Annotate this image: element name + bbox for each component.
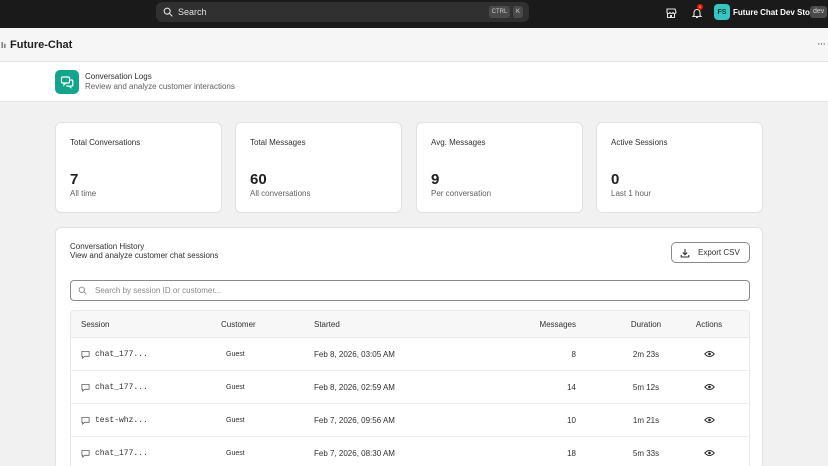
view-conversation-button[interactable] bbox=[691, 404, 727, 436]
table-header: Session Customer Started Messages Durati… bbox=[71, 311, 749, 338]
view-conversation-button[interactable] bbox=[691, 338, 727, 370]
duration-cell: 1m 21s bbox=[632, 415, 660, 425]
stat-caption: Last 1 hour bbox=[611, 189, 652, 198]
panel-subtitle: View and analyze customer chat sessions bbox=[70, 251, 219, 260]
view-conversation-button[interactable] bbox=[691, 371, 727, 403]
session-id: chat_177... bbox=[95, 382, 148, 392]
session-id: test-whz... bbox=[95, 415, 148, 425]
customer-cell: Guest bbox=[226, 383, 245, 391]
customer-cell: Guest bbox=[226, 416, 245, 424]
conversation-history-panel: Conversation History View and analyze cu… bbox=[55, 227, 763, 466]
panel-title: Conversation History bbox=[70, 242, 145, 251]
table-row[interactable]: test-whz... Guest Feb 7, 2026, 09:56 AM … bbox=[71, 404, 749, 437]
store-icon[interactable] bbox=[665, 7, 677, 19]
column-header-messages[interactable]: Messages bbox=[540, 311, 576, 337]
chat-bubble-icon bbox=[81, 383, 90, 392]
stat-card-avg-messages: Avg. Messages 9 Per conversation bbox=[416, 122, 583, 213]
session-cell: chat_177... bbox=[81, 338, 148, 370]
column-header-customer[interactable]: Customer bbox=[221, 311, 256, 337]
stat-label: Active Sessions bbox=[611, 138, 668, 147]
session-cell: chat_177... bbox=[81, 437, 148, 466]
duration-cell: 5m 33s bbox=[632, 448, 660, 458]
shortcut-ctrl-key: CTRL bbox=[489, 6, 510, 18]
messages-cell: 14 bbox=[567, 382, 576, 392]
search-icon bbox=[163, 7, 173, 17]
column-header-duration[interactable]: Duration bbox=[616, 311, 676, 337]
eye-icon bbox=[703, 417, 715, 423]
stat-card-total-conversations: Total Conversations 7 All time bbox=[55, 122, 222, 213]
session-cell: test-whz... bbox=[81, 404, 148, 436]
chat-bubble-icon bbox=[81, 416, 90, 425]
column-header-started[interactable]: Started bbox=[314, 311, 340, 337]
page-title: Conversation Logs bbox=[85, 72, 152, 81]
eye-icon bbox=[703, 450, 715, 456]
view-conversation-button[interactable] bbox=[691, 437, 727, 466]
chat-bubble-icon bbox=[81, 350, 90, 359]
stat-card-active-sessions: Active Sessions 0 Last 1 hour bbox=[596, 122, 763, 213]
more-actions-button[interactable]: ··· bbox=[817, 38, 826, 50]
column-header-actions: Actions bbox=[695, 319, 723, 329]
stat-label: Total Messages bbox=[250, 138, 306, 147]
app-title: Future-Chat bbox=[10, 39, 73, 51]
stat-label: Total Conversations bbox=[70, 138, 141, 147]
global-search-label: Search bbox=[178, 7, 207, 17]
messages-cell: 8 bbox=[571, 349, 576, 359]
session-cell: chat_177... bbox=[81, 371, 148, 403]
customer-cell: Guest bbox=[226, 449, 245, 457]
store-avatar[interactable]: FS bbox=[714, 4, 730, 20]
stat-caption: All time bbox=[70, 189, 97, 198]
page-subtitle: Review and analyze customer interactions bbox=[85, 82, 235, 91]
customer-cell: Guest bbox=[226, 350, 245, 358]
global-search[interactable]: Search CTRL K bbox=[156, 2, 529, 22]
chat-bubble-icon bbox=[81, 449, 90, 458]
stat-card-total-messages: Total Messages 60 All conversations bbox=[235, 122, 402, 213]
started-cell: Feb 8, 2026, 03:05 AM bbox=[314, 349, 395, 359]
messages-cell: 10 bbox=[567, 415, 576, 425]
session-search-field[interactable] bbox=[70, 280, 750, 301]
conversation-table: Session Customer Started Messages Durati… bbox=[70, 310, 750, 466]
export-csv-label: Export CSV bbox=[698, 248, 740, 257]
download-icon bbox=[680, 248, 690, 258]
stat-caption: Per conversation bbox=[431, 189, 492, 198]
eye-icon bbox=[703, 384, 715, 390]
table-row[interactable]: chat_177... Guest Feb 8, 2026, 03:05 AM … bbox=[71, 338, 749, 371]
table-row[interactable]: chat_177... Guest Feb 8, 2026, 02:59 AM … bbox=[71, 371, 749, 404]
page-header: Conversation Logs Review and analyze cus… bbox=[0, 62, 828, 102]
stat-caption: All conversations bbox=[250, 189, 311, 198]
search-icon bbox=[78, 286, 87, 295]
stat-value: 0 bbox=[611, 171, 620, 188]
session-search-input[interactable] bbox=[95, 286, 695, 295]
session-id: chat_177... bbox=[95, 448, 148, 458]
stat-value: 9 bbox=[431, 171, 440, 188]
stat-value: 60 bbox=[250, 171, 267, 188]
chat-bubbles-icon bbox=[55, 70, 79, 94]
app-header: Future-Chat ··· bbox=[0, 28, 828, 62]
eye-icon bbox=[703, 351, 715, 357]
table-row[interactable]: chat_177... Guest Feb 7, 2026, 08:30 AM … bbox=[71, 437, 749, 466]
export-csv-button[interactable]: Export CSV bbox=[671, 242, 750, 263]
stat-label: Avg. Messages bbox=[431, 138, 486, 147]
stat-value: 7 bbox=[70, 171, 79, 188]
top-bar: Search CTRL K 1 FS Future Chat Dev Store… bbox=[0, 0, 828, 28]
notification-badge: 1 bbox=[697, 4, 703, 10]
messages-cell: 18 bbox=[567, 448, 576, 458]
started-cell: Feb 7, 2026, 08:30 AM bbox=[314, 448, 395, 458]
store-env-badge: dev bbox=[810, 6, 828, 18]
shortcut-k-key: K bbox=[513, 6, 523, 18]
session-id: chat_177... bbox=[95, 349, 148, 359]
duration-cell: 5m 12s bbox=[632, 382, 660, 392]
store-name[interactable]: Future Chat Dev Store bbox=[733, 8, 817, 17]
started-cell: Feb 7, 2026, 09:56 AM bbox=[314, 415, 395, 425]
duration-cell: 2m 23s bbox=[632, 349, 660, 359]
column-header-session[interactable]: Session bbox=[81, 311, 109, 337]
started-cell: Feb 8, 2026, 02:59 AM bbox=[314, 382, 395, 392]
app-pin-icon bbox=[1, 42, 6, 48]
